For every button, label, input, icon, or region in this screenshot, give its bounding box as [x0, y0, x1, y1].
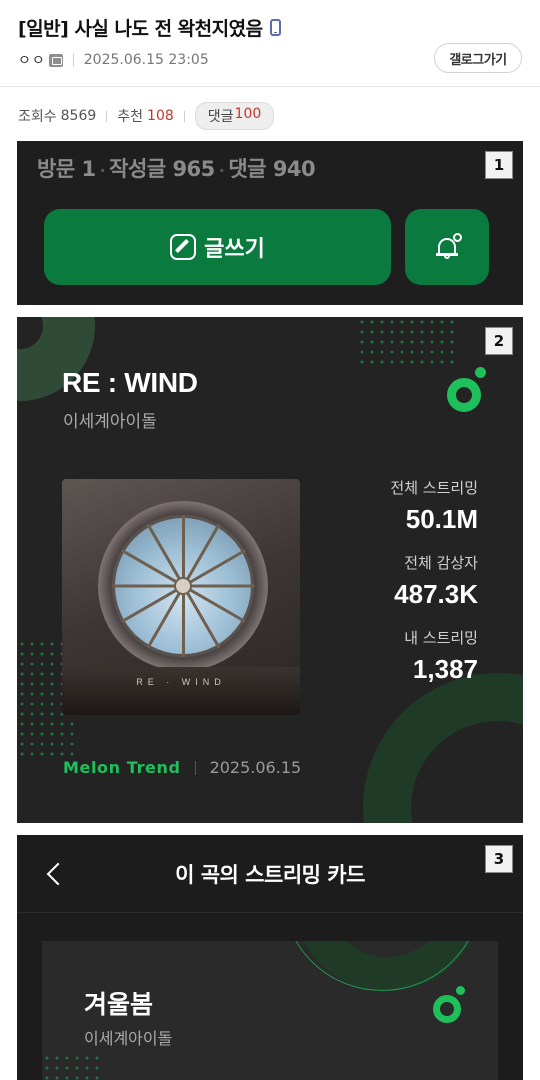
- streaming-card-title: 이 곡의 스트리밍 카드: [175, 863, 365, 887]
- views-label: 조회수: [18, 109, 57, 125]
- card-artist: 이세계아이돌: [84, 1029, 173, 1048]
- pen-icon: [170, 234, 197, 260]
- comments-count: 100: [234, 106, 262, 122]
- stat-value: 50.1M: [405, 504, 478, 534]
- post-meta: ㅇㅇ 2025.06.15 23:05: [18, 50, 209, 70]
- recommend-count: 108: [147, 108, 174, 124]
- melon-logo-icon: [433, 985, 469, 1025]
- comments-label: 댓글: [207, 109, 234, 125]
- bell-settings-icon: [436, 233, 462, 259]
- song-title: RE : WIND: [62, 367, 198, 398]
- trend-date: 2025.06.15: [209, 758, 302, 777]
- stat-value: 487.3K: [394, 579, 478, 609]
- album-cover: RE · WIND: [62, 479, 300, 715]
- post-datetime: 2025.06.15 23:05: [83, 52, 209, 68]
- comments-count: 940: [272, 157, 316, 181]
- stat-my-streams: 내 스트리밍 1,387: [390, 627, 478, 685]
- activity-stats: 방문 1 · 작성글 965 · 댓글 940: [37, 153, 316, 183]
- card-song-title: 겨울봄: [84, 990, 154, 1019]
- trend-divider: [194, 760, 196, 775]
- decorative-dots: [42, 1053, 102, 1080]
- posts-label: 작성글: [109, 157, 166, 181]
- comments-button[interactable]: 댓글 100: [194, 102, 275, 130]
- stat-label: 전체 스트리밍: [390, 479, 478, 497]
- post-title-text: [일반] 사실 나도 전 왁천지였음: [18, 18, 263, 40]
- stat-label: 전체 감상자: [404, 554, 478, 572]
- stat-label: 내 스트리밍: [404, 629, 478, 647]
- post-stats: 조회수 8569 추천 108 댓글 100: [18, 102, 275, 130]
- write-post-button[interactable]: 글쓰기: [44, 209, 391, 285]
- author-name[interactable]: ㅇㅇ: [18, 50, 46, 70]
- views-count: 8569: [60, 108, 97, 124]
- screenshot-panel-3: 3 이 곡의 스트리밍 카드 겨울봄 이세계아이돌: [17, 835, 523, 1080]
- streaming-card[interactable]: 겨울봄 이세계아이돌: [42, 941, 498, 1080]
- screenshot-panel-2: 2 RE : WIND 이세계아이돌 RE · WIND 전체 스트리밍 50.…: [17, 317, 523, 823]
- melon-logo-icon: [447, 366, 489, 414]
- streaming-stats: 전체 스트리밍 50.1M 전체 감상자 487.3K 내 스트리밍 1,387: [390, 477, 478, 702]
- gallog-button[interactable]: 갤로그가기: [434, 43, 522, 73]
- fixed-nick-icon: [48, 53, 63, 67]
- screenshot-panel-1: 1 방문 1 · 작성글 965 · 댓글 940 글쓰기: [17, 141, 523, 305]
- comments-label: 댓글: [228, 157, 266, 181]
- notification-settings-button[interactable]: [405, 209, 489, 285]
- panel-number-badge: 3: [485, 845, 513, 873]
- stat-value: 1,387: [412, 654, 478, 684]
- stats-divider: [106, 110, 108, 122]
- panel-number-badge: 1: [485, 151, 513, 179]
- stats-divider: [183, 110, 185, 122]
- album-label: RE · WIND: [136, 677, 226, 687]
- phone-icon: [269, 19, 281, 36]
- melon-trend-label: Melon Trend: [63, 758, 181, 777]
- stat-total-listeners: 전체 감상자 487.3K: [390, 552, 478, 610]
- stats-dot: ·: [99, 161, 106, 180]
- decorative-dots: [357, 317, 457, 365]
- trend-footer: Melon Trend 2025.06.15: [63, 758, 301, 777]
- stat-total-streams: 전체 스트리밍 50.1M: [390, 477, 478, 535]
- decorative-arc-outline: [282, 941, 482, 991]
- stats-dot: ·: [218, 161, 225, 180]
- posts-count: 965: [172, 157, 215, 181]
- visit-label: 방문: [37, 157, 75, 181]
- recommend-label: 추천: [117, 109, 144, 125]
- header-divider: [0, 86, 540, 87]
- visit-count: 1: [81, 157, 96, 181]
- post-title: [일반] 사실 나도 전 왁천지였음: [18, 14, 281, 41]
- write-button-label: 글쓰기: [204, 237, 265, 262]
- panel3-header: 이 곡의 스트리밍 카드: [17, 835, 523, 913]
- panel-number-badge: 2: [485, 327, 513, 355]
- meta-divider: [72, 54, 74, 66]
- song-artist: 이세계아이돌: [63, 412, 157, 432]
